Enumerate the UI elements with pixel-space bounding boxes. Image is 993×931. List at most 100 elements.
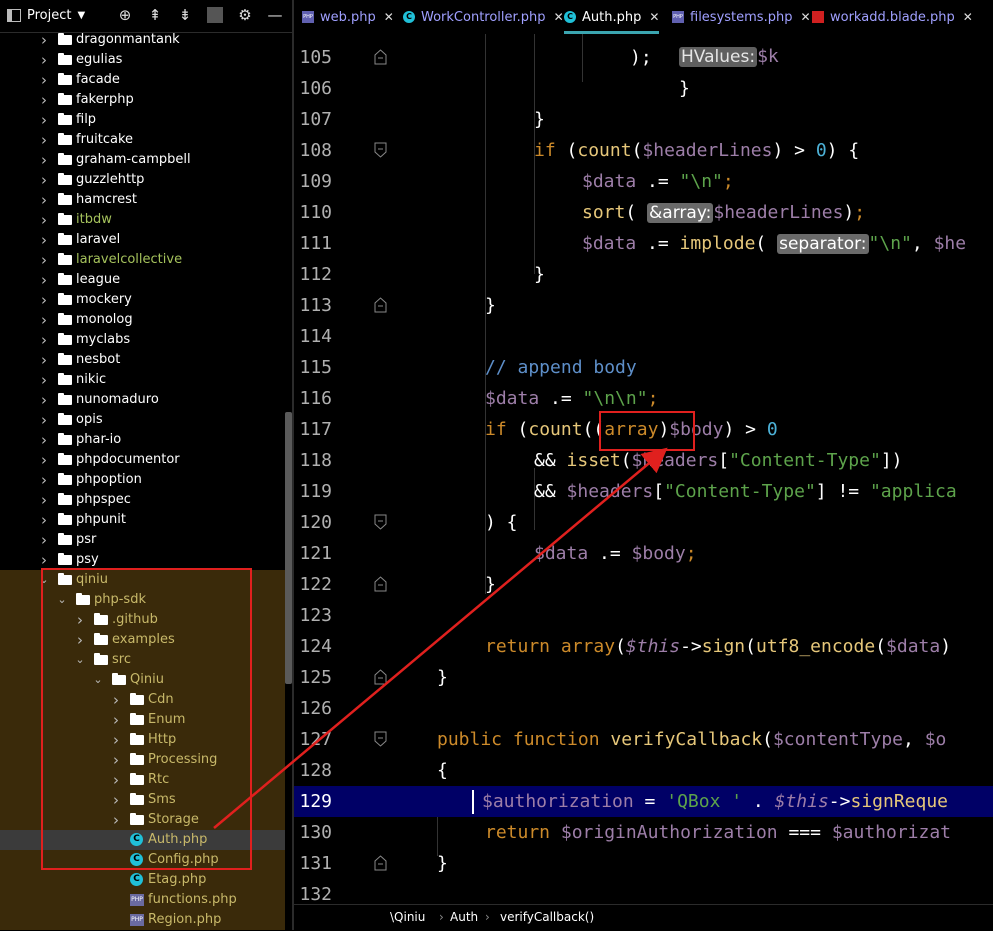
tree-item[interactable]: › filp (0, 110, 285, 130)
tree-item[interactable]: › phpdocumentor (0, 450, 285, 470)
tree-item[interactable]: › Rtc (0, 770, 285, 790)
chevron-down-icon[interactable]: ⌄ (92, 670, 104, 690)
chevron-right-icon[interactable]: › (110, 710, 122, 730)
tree-item[interactable]: › monolog (0, 310, 285, 330)
tree-item[interactable]: › dragonmantank (0, 30, 285, 50)
code-line[interactable]: 123 (294, 600, 993, 631)
code-line[interactable]: 105); (294, 42, 993, 73)
chevron-right-icon[interactable]: › (110, 730, 122, 750)
code-line[interactable]: 116 $data .= "\n\n"; (294, 383, 993, 414)
tree-item[interactable]: › nikic (0, 370, 285, 390)
tree-item[interactable]: › fakerphp (0, 90, 285, 110)
tree-item[interactable]: › examples (0, 630, 285, 650)
chevron-right-icon[interactable]: › (38, 70, 50, 90)
close-icon[interactable]: ✕ (554, 10, 564, 24)
tree-item[interactable]: C Etag.php (0, 870, 285, 890)
tab-web-php[interactable]: PHP web.php ✕ (302, 0, 394, 34)
tree-item[interactable]: ⌄ qiniu (0, 570, 285, 590)
chevron-right-icon[interactable]: › (38, 370, 50, 390)
code-line[interactable]: 115 // append body (294, 352, 993, 383)
code-line[interactable]: 132 (294, 879, 993, 904)
chevron-right-icon[interactable]: › (38, 550, 50, 570)
close-icon[interactable]: ✕ (800, 10, 810, 24)
breadcrumb-namespace[interactable]: \Qiniu (390, 905, 425, 929)
code-line[interactable]: 130 return $originAuthorization === $auth… (294, 817, 993, 848)
code-line[interactable]: 106} (294, 73, 993, 104)
code-line[interactable]: 127 public function verifyCallback($conte… (294, 724, 993, 755)
chevron-right-icon[interactable]: › (110, 690, 122, 710)
tree-item[interactable]: › itbdw (0, 210, 285, 230)
chevron-right-icon[interactable]: › (38, 30, 50, 50)
chevron-right-icon[interactable]: › (38, 390, 50, 410)
code-line[interactable]: 122} (294, 569, 993, 600)
chevron-right-icon[interactable]: › (38, 50, 50, 70)
project-scrollbar[interactable] (285, 412, 292, 684)
tab-auth-php[interactable]: C Auth.php ✕ (564, 0, 660, 34)
chevron-right-icon[interactable]: › (38, 170, 50, 190)
chevron-right-icon[interactable]: › (38, 470, 50, 490)
tree-item[interactable]: PHP functions.php (0, 890, 285, 910)
tree-item[interactable]: › Http (0, 730, 285, 750)
tab-workadd-blade-php[interactable]: workadd.blade.php ✕ (812, 0, 973, 34)
close-icon[interactable]: ✕ (963, 10, 973, 24)
code-line[interactable]: 120) { (294, 507, 993, 538)
tree-item[interactable]: › guzzlehttp (0, 170, 285, 190)
breadcrumb-method[interactable]: verifyCallback() (500, 905, 594, 929)
chevron-right-icon[interactable]: › (38, 270, 50, 290)
code-line[interactable]: 118 && isset($headers["Content-Type"]) (294, 445, 993, 476)
chevron-right-icon[interactable]: › (74, 630, 86, 650)
tree-item[interactable]: › psr (0, 530, 285, 550)
tree-item[interactable]: › Processing (0, 750, 285, 770)
tree-item[interactable]: › egulias (0, 50, 285, 70)
tree-item[interactable]: ⌄ Qiniu (0, 670, 285, 690)
tree-item[interactable]: ⌄ php-sdk (0, 590, 285, 610)
chevron-right-icon[interactable]: › (38, 430, 50, 450)
tree-item[interactable]: › phar-io (0, 430, 285, 450)
tab-filesystems-php[interactable]: PHP filesystems.php ✕ (672, 0, 811, 34)
fold-collapse-icon[interactable] (374, 142, 387, 158)
tree-item[interactable]: › phpoption (0, 470, 285, 490)
tree-item[interactable]: › psy (0, 550, 285, 570)
chevron-right-icon[interactable]: › (38, 90, 50, 110)
chevron-right-icon[interactable]: › (38, 250, 50, 270)
code-line[interactable]: 128 { (294, 755, 993, 786)
fold-end-icon[interactable] (374, 669, 387, 685)
code-line[interactable]: 117 if (count((array)$body) > 0 (294, 414, 993, 445)
tree-item[interactable]: › opis (0, 410, 285, 430)
chevron-right-icon[interactable]: › (110, 810, 122, 830)
chevron-right-icon[interactable]: › (38, 230, 50, 250)
code-line[interactable]: 124 return array($this->sign(utf8_encode(… (294, 631, 993, 662)
fold-collapse-icon[interactable] (374, 514, 387, 530)
fold-end-icon[interactable] (374, 576, 387, 592)
breadcrumb-class[interactable]: Auth (450, 905, 478, 929)
chevron-right-icon[interactable]: › (38, 450, 50, 470)
code-line[interactable]: 108 if (count($headerLines) > 0) { (294, 135, 993, 166)
expand-icon[interactable]: ⇟ (177, 6, 193, 24)
tree-item[interactable]: › Storage (0, 810, 285, 830)
chevron-right-icon[interactable]: › (38, 110, 50, 130)
chevron-down-icon[interactable]: ⌄ (38, 570, 50, 590)
tree-item[interactable]: › mockery (0, 290, 285, 310)
tree-item[interactable]: C Auth.php (0, 830, 285, 850)
code-line[interactable]: 112} (294, 259, 993, 290)
code-line[interactable]: 114 (294, 321, 993, 352)
close-icon[interactable]: ✕ (649, 10, 659, 24)
collapse-all-icon[interactable]: ⇞ (147, 6, 163, 24)
tree-item[interactable]: › Cdn (0, 690, 285, 710)
gear-icon[interactable]: ⚙ (237, 6, 253, 24)
code-line[interactable]: 131} (294, 848, 993, 879)
tree-item[interactable]: › phpspec (0, 490, 285, 510)
crosshair-icon[interactable]: ⊕ (117, 6, 133, 24)
code-line[interactable]: 121 $data .= $body; (294, 538, 993, 569)
chevron-right-icon[interactable]: › (38, 330, 50, 350)
tree-item[interactable]: ⌄ src (0, 650, 285, 670)
tree-item[interactable]: › Enum (0, 710, 285, 730)
tree-item[interactable]: › laravelcollective (0, 250, 285, 270)
fold-end-icon[interactable] (374, 49, 387, 65)
chevron-right-icon[interactable]: › (110, 770, 122, 790)
chevron-right-icon[interactable]: › (38, 210, 50, 230)
code-line[interactable]: 119 && $headers["Content-Type"] != "appli… (294, 476, 993, 507)
code-editor[interactable]: HValues: $k 105); 106} 107} 108 if (count($he… (294, 34, 993, 904)
minimize-icon[interactable]: — (267, 6, 283, 24)
code-line[interactable]: 107} (294, 104, 993, 135)
